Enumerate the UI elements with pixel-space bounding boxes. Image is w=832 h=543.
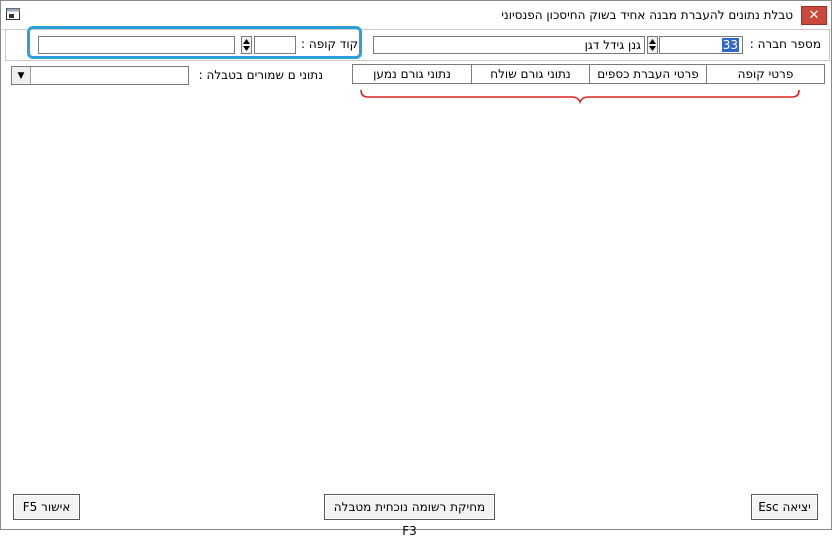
saved-data-label: נתוני ם שמורים בטבלה :	[198, 68, 323, 82]
window-title: טבלת נתונים להעברת מבנה אחיד בשוק החיסכו…	[501, 8, 793, 22]
main-window: טבלת נתונים להעברת מבנה אחיד בשוק החיסכו…	[0, 0, 832, 538]
company-number-value: 33	[721, 38, 739, 52]
company-number-spinner[interactable]	[647, 36, 658, 54]
company-number-label: מספר חברה :	[749, 37, 821, 51]
company-number-input[interactable]: 33	[659, 36, 743, 54]
fund-code-highlight	[27, 26, 362, 59]
company-name-field[interactable]: גנן גידל דגן	[373, 36, 645, 54]
tab-recipient-data[interactable]: נתוני גורם נמען	[352, 64, 472, 84]
close-button[interactable]: ✕	[801, 6, 827, 25]
app-icon	[6, 8, 20, 20]
tab-bar: פרטי קופה פרטי העברת כספים נתוני גורם שו…	[352, 64, 825, 84]
tabs-bracket	[360, 89, 800, 104]
chevron-down-icon[interactable]: ▼	[12, 67, 31, 84]
tab-sender-data[interactable]: נתוני גורם שולח	[471, 64, 590, 84]
delete-record-button[interactable]: מחיקת רשומה נוכחית מטבלה F3	[324, 494, 495, 538]
confirm-button[interactable]: אישור F5	[13, 494, 80, 520]
close-icon: ✕	[808, 8, 820, 23]
exit-button[interactable]: יציאה Esc	[751, 494, 818, 520]
tab-transfer-details[interactable]: פרטי העברת כספים	[589, 64, 707, 84]
tab-fund-details[interactable]: פרטי קופה	[706, 64, 825, 84]
saved-data-dropdown[interactable]: ▼	[11, 66, 189, 85]
